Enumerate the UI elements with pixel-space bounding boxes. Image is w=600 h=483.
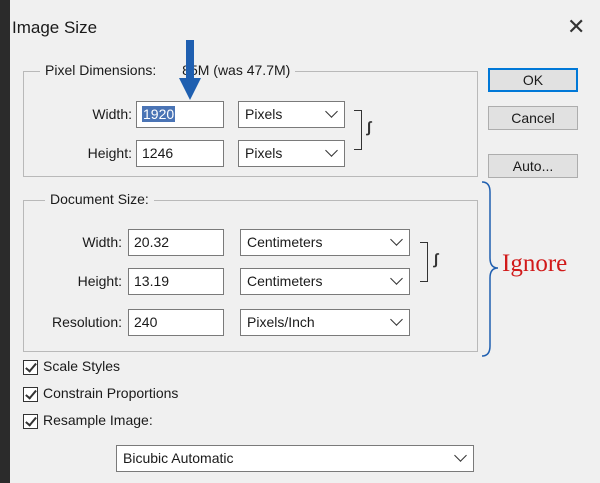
check-icon — [25, 387, 37, 400]
chevron-down-icon — [325, 105, 338, 118]
close-icon[interactable]: ✕ — [567, 14, 585, 40]
resolution-unit-select[interactable]: Pixels/Inch — [240, 309, 410, 336]
image-size-dialog: Image Size ✕ Pixel Dimensions: 85M (was … — [10, 0, 600, 483]
constrain-proportions-label: Constrain Proportions — [43, 385, 179, 401]
doc-height-input[interactable]: 13.19 — [128, 268, 224, 295]
doc-height-unit-select[interactable]: Centimeters — [240, 268, 410, 295]
document-size-legend: Document Size: — [45, 191, 154, 207]
doc-width-input[interactable]: 20.32 — [128, 229, 224, 256]
ok-button[interactable]: OK — [488, 68, 578, 92]
chevron-down-icon — [390, 233, 403, 246]
chevron-down-icon — [390, 313, 403, 326]
doc-width-label: Width: — [82, 234, 122, 250]
doc-width-unit-select[interactable]: Centimeters — [240, 229, 410, 256]
doc-constrain-bracket — [420, 242, 428, 282]
scale-styles-checkbox[interactable] — [23, 360, 38, 375]
pixel-dimensions-legend: Pixel Dimensions: 85M (was 47.7M) — [40, 62, 296, 78]
chevron-down-icon — [390, 272, 403, 285]
pixel-width-input[interactable]: 1920 — [136, 101, 224, 128]
cancel-button[interactable]: Cancel — [488, 106, 578, 130]
resolution-label: Resolution: — [51, 314, 122, 330]
auto-button[interactable]: Auto... — [488, 154, 578, 178]
constrain-proportions-checkbox[interactable] — [23, 387, 38, 402]
pixel-height-unit-select[interactable]: Pixels — [238, 140, 345, 167]
chevron-down-icon — [454, 449, 467, 462]
resolution-input[interactable]: 240 — [128, 309, 224, 336]
check-icon — [25, 414, 37, 427]
ignore-annotation: Ignore — [502, 250, 568, 277]
annotation-arrow-icon — [179, 40, 201, 100]
pixel-height-label: Height: — [87, 145, 132, 161]
dialog-title: Image Size — [12, 18, 98, 37]
scale-styles-label: Scale Styles — [43, 358, 121, 374]
pixel-constrain-bracket — [354, 110, 362, 150]
chevron-down-icon — [325, 144, 338, 157]
pixel-width-value: 1920 — [142, 106, 176, 122]
resample-method-select[interactable]: Bicubic Automatic — [116, 445, 474, 472]
check-icon — [25, 360, 37, 373]
pixel-width-label: Width: — [92, 106, 132, 122]
chain-link-icon: ∫ — [434, 251, 439, 268]
pixel-width-unit-select[interactable]: Pixels — [238, 101, 345, 128]
chain-link-icon: ∫ — [367, 119, 372, 136]
doc-height-label: Height: — [77, 273, 122, 289]
resample-image-checkbox[interactable] — [23, 414, 38, 429]
resample-image-label: Resample Image: — [43, 412, 153, 428]
pixel-height-input[interactable]: 1246 — [136, 140, 224, 167]
